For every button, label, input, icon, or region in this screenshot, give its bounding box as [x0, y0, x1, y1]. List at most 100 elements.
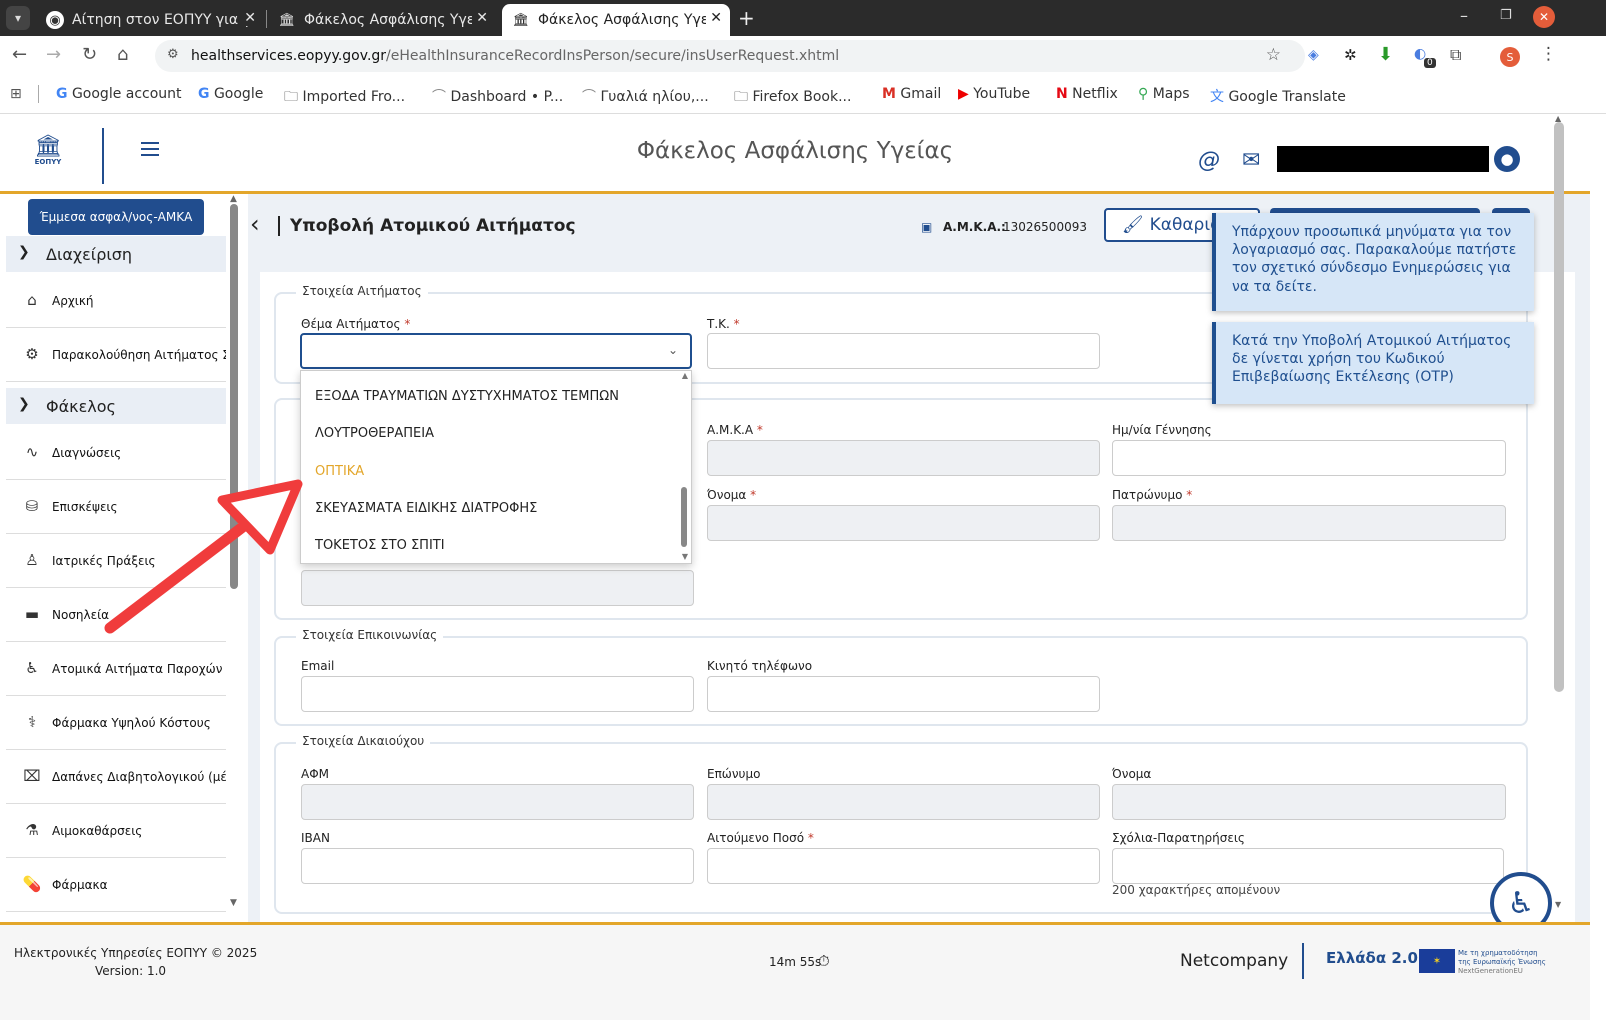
chevron-down-icon: ❯ [18, 396, 30, 412]
email-input[interactable] [301, 676, 694, 712]
tab-1-label: Αίτηση στον ΕΟΠΥΥ για γ [72, 12, 251, 28]
address-bar-row: ← → ↻ ⌂ ⚙ healthservices.eopyy.gov.gr/eH… [0, 36, 1606, 76]
scroll-up-icon[interactable]: ▲ [682, 371, 688, 380]
surname-label: Επώνυμο [707, 767, 761, 781]
sidebar-item-high-cost-drugs[interactable]: ⚕ Φάρμακα Υψηλού Κόστους [6, 696, 226, 750]
tab-2[interactable]: 🏛 Φάκελος Ασφάλισης Υγε ✕ [268, 4, 496, 36]
menu-kebab-icon[interactable]: ⋮ [1540, 44, 1557, 64]
tk-label: Τ.Κ. * [707, 317, 740, 331]
home-icon[interactable]: ⌂ [117, 44, 128, 65]
scroll-up-icon[interactable]: ▲ [1555, 114, 1561, 123]
sidebar-item-drugs[interactable]: 💊 Φάρμακα [6, 858, 226, 912]
eu-text-line: NextGenerationEU [1458, 966, 1523, 975]
sidebar-item-request-tracking[interactable]: ⚙ Παρακολούθηση Αιτήματος Σ.Η. [6, 328, 226, 382]
mother-name-input[interactable] [301, 570, 694, 606]
sidebar-item-individual-requests[interactable]: ♿ Ατομικά Αιτήματα Παροχών [6, 642, 226, 696]
sidebar-group-folder[interactable]: ❯ Φάκελος [6, 388, 226, 424]
bookmark-folder-firefox[interactable]: 🗀 Firefox Book... [734, 86, 851, 110]
forward-arrow-icon[interactable]: → [46, 44, 61, 65]
profile-avatar[interactable]: S [1500, 47, 1520, 67]
amount-input[interactable] [707, 848, 1100, 884]
bookmark-label: Maps [1152, 86, 1190, 102]
surname-input[interactable] [707, 784, 1100, 820]
indirect-insured-button[interactable]: Έμμεσα ασφαλ/νος-ΑΜΚΑ [28, 199, 204, 235]
page-scrollbar[interactable] [1554, 122, 1564, 692]
mobile-input[interactable] [707, 676, 1100, 712]
dropdown-option[interactable]: ΤΟΚΕΤΟΣ ΣΤΟ ΣΠΙΤΙ [315, 538, 445, 553]
site-info-icon[interactable]: ⚙ [167, 47, 179, 62]
bookmark-google[interactable]: G Google [198, 86, 263, 102]
bookmark-folder-imported[interactable]: 🗀 Imported Fro... [284, 86, 405, 110]
sidebar-item-dialysis[interactable]: ⚗ Αιμοκαθάρσεις [6, 804, 226, 858]
map-pin-icon: ⚲ [1138, 86, 1149, 102]
url-path: /eHealthInsuranceRecordInsPerson/secure/… [386, 48, 840, 64]
tab-1-close-icon[interactable]: ✕ [240, 10, 256, 26]
new-tab-button[interactable]: + [738, 6, 755, 30]
envelope-icon[interactable]: ✉ [1242, 148, 1260, 173]
puzzle-icon[interactable]: ⧉ [1450, 45, 1461, 65]
extension-icon[interactable]: ✲ [1344, 46, 1357, 64]
tab-3-active[interactable]: 🏛 Φάκελος Ασφάλισης Υγε ✕ [502, 4, 730, 36]
required-mark: * [807, 831, 814, 845]
bookmark-google-account[interactable]: G Google account [56, 86, 182, 102]
bookmark-youtube[interactable]: ▶ YouTube [958, 86, 1030, 102]
scroll-up-icon[interactable]: ▲ [230, 194, 237, 204]
download-icon[interactable]: ⬇ [1378, 44, 1393, 65]
reload-icon[interactable]: ↻ [82, 44, 97, 65]
dropdown-scrollbar[interactable] [681, 487, 687, 547]
bookmark-sunglasses[interactable]: ⌒ Γυαλιά ηλίου,... [582, 86, 709, 106]
tab-2-close-icon[interactable]: ✕ [472, 10, 488, 26]
extension-icon[interactable]: ◈ [1308, 47, 1319, 63]
label-text: Τ.Κ. [707, 317, 730, 331]
bookmark-gmail[interactable]: M Gmail [882, 86, 941, 102]
tab-1[interactable]: ◉ Αίτηση στον ΕΟΠΥΥ για γ ✕ [36, 4, 264, 36]
url-field[interactable]: ⚙ healthservices.eopyy.gov.gr/eHealthIns… [155, 40, 1305, 72]
sidebar-item-home[interactable]: ⌂ Αρχική [6, 274, 226, 328]
notification-otp[interactable]: Κατά την Υποβολή Ατομικού Αιτήματος δε γ… [1212, 322, 1534, 404]
father-name-input[interactable] [1112, 505, 1506, 541]
iban-input[interactable] [301, 848, 694, 884]
section-legend: Στοιχεία Αιτήματος [296, 284, 428, 298]
afm-input[interactable] [301, 784, 694, 820]
bookmark-page-icon: ⌒ [582, 89, 596, 105]
back-arrow-icon[interactable]: ← [12, 44, 27, 65]
birthdate-input[interactable] [1112, 440, 1506, 476]
at-sign-icon[interactable]: @ [1198, 148, 1220, 173]
name-input[interactable] [707, 505, 1100, 541]
name-label: Όνομα * [707, 488, 756, 502]
tab-2-label: Φάκελος Ασφάλισης Υγε [304, 12, 475, 28]
beneficiary-name-input[interactable] [1112, 784, 1506, 820]
sidebar-item-diabetic-expenses[interactable]: ⌧ Δαπάνες Διαβητολογικού (μέχρι [6, 750, 226, 804]
dropdown-option[interactable]: ΛΟΥΤΡΟΘΕΡΑΠΕΙΑ [315, 426, 434, 441]
comments-textarea[interactable] [1112, 848, 1504, 884]
subject-select[interactable]: ⌄ [300, 333, 692, 369]
tk-input[interactable] [707, 333, 1100, 369]
doctor-desk-icon: ⛁ [25, 497, 39, 515]
caduceus-icon: ⚕ [27, 713, 37, 731]
folder-icon: 🗀 [284, 89, 298, 105]
window-close-icon[interactable]: ✕ [1533, 6, 1555, 28]
user-circle-icon[interactable]: ● [1494, 146, 1520, 172]
amka-input[interactable] [707, 440, 1100, 476]
dropdown-option-highlighted[interactable]: ΟΠΤΙΚΑ [315, 464, 364, 479]
bookmark-dashboard[interactable]: ⌒ Dashboard • P... [432, 86, 563, 106]
tab-3-label: Φάκελος Ασφάλισης Υγε [538, 12, 709, 28]
minimize-icon[interactable]: – [1460, 6, 1468, 25]
bookmark-star-icon[interactable]: ☆ [1266, 45, 1281, 65]
bookmark-netflix[interactable]: N Netflix [1056, 86, 1118, 102]
sidebar-group-management[interactable]: ❯ Διαχείριση [6, 236, 226, 272]
bookmark-maps[interactable]: ⚲ Maps [1138, 86, 1190, 102]
notification-messages[interactable]: Υπάρχουν προσωπικά μηνύματα για τον λογα… [1212, 213, 1534, 311]
label-text: Θέμα Αιτήματος [301, 317, 401, 331]
dropdown-option[interactable]: ΣΚΕΥΑΣΜΑΤΑ ΕΙΔΙΚΗΣ ΔΙΑΤΡΟΦΗΣ [315, 501, 537, 516]
bookmark-google-translate[interactable]: 文 Google Translate [1210, 86, 1346, 106]
scroll-down-icon[interactable]: ▼ [1555, 900, 1561, 909]
apps-grid-icon[interactable]: ⊞ [10, 86, 22, 102]
scroll-down-icon[interactable]: ▼ [682, 552, 688, 561]
scroll-down-icon[interactable]: ▼ [230, 898, 237, 908]
tab-list-button[interactable]: ▾ [6, 6, 30, 30]
back-chevron-icon[interactable]: ‹ [250, 210, 260, 238]
restore-icon[interactable]: ❐ [1500, 8, 1512, 23]
dropdown-option[interactable]: ΕΞΟΔΑ ΤΡΑΥΜΑΤΙΩΝ ΔΥΣΤΥΧΗΜΑΤΟΣ ΤΕΜΠΩΝ [315, 389, 619, 404]
tab-3-close-icon[interactable]: ✕ [706, 10, 722, 26]
